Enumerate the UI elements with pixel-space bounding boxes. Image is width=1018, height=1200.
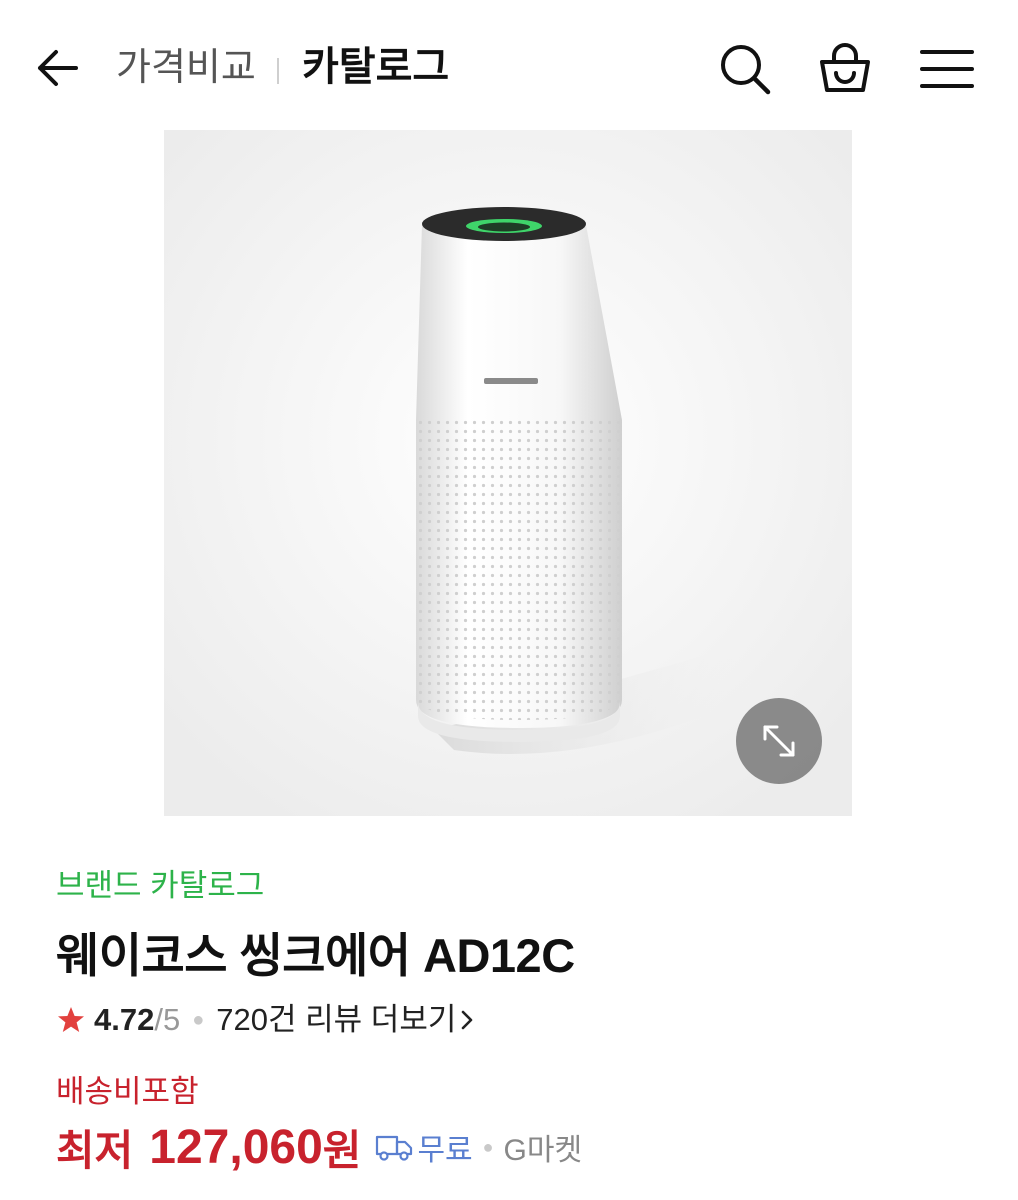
truck-icon [376, 1135, 413, 1161]
search-button[interactable] [716, 40, 774, 98]
shopping-bag-icon [820, 43, 870, 92]
cart-button[interactable] [816, 40, 874, 98]
lowest-label: 최저 [56, 1126, 134, 1174]
rating-row: 4.72 /5 ● 720건 리뷰 더보기 [56, 1000, 474, 1040]
separator-dot: ● [482, 1136, 494, 1157]
breadcrumb-divider [277, 58, 279, 84]
arrow-left-icon [38, 50, 78, 86]
shipping-included-label: 배송비포함 [56, 1074, 199, 1109]
seller-name: G마켓 [503, 1134, 583, 1167]
breadcrumb-price-compare[interactable]: 가격비교 [116, 44, 256, 92]
expand-image-button[interactable] [736, 698, 822, 784]
product-title: 웨이코스 씽크에어 AD12C [56, 929, 575, 982]
reviews-link[interactable]: 720건 리뷰 더보기 [216, 1000, 456, 1040]
price-row[interactable]: 최저 127,060 원 무료 ● G마켓 [56, 1116, 582, 1178]
back-button[interactable] [30, 40, 86, 96]
rating-score: 4.72 [94, 1002, 155, 1037]
product-image[interactable] [164, 130, 852, 816]
separator-dot: ● [192, 1009, 205, 1031]
free-shipping-label: 무료 [417, 1134, 473, 1167]
menu-button[interactable] [918, 40, 976, 98]
brand-catalog-link[interactable]: 브랜드 카탈로그 [56, 866, 264, 906]
search-icon [721, 45, 771, 95]
price-amount: 127,060 [149, 1120, 323, 1174]
star-icon [58, 1007, 84, 1032]
top-bar: 가격비교 카탈로그 [0, 0, 1018, 130]
price-unit: 원 [322, 1126, 362, 1174]
chevron-right-icon [462, 1010, 473, 1030]
expand-arrows-icon [763, 725, 795, 757]
breadcrumb-catalog: 카탈로그 [302, 45, 450, 89]
menu-icon [920, 50, 974, 88]
rating-scale: /5 [154, 1002, 181, 1037]
